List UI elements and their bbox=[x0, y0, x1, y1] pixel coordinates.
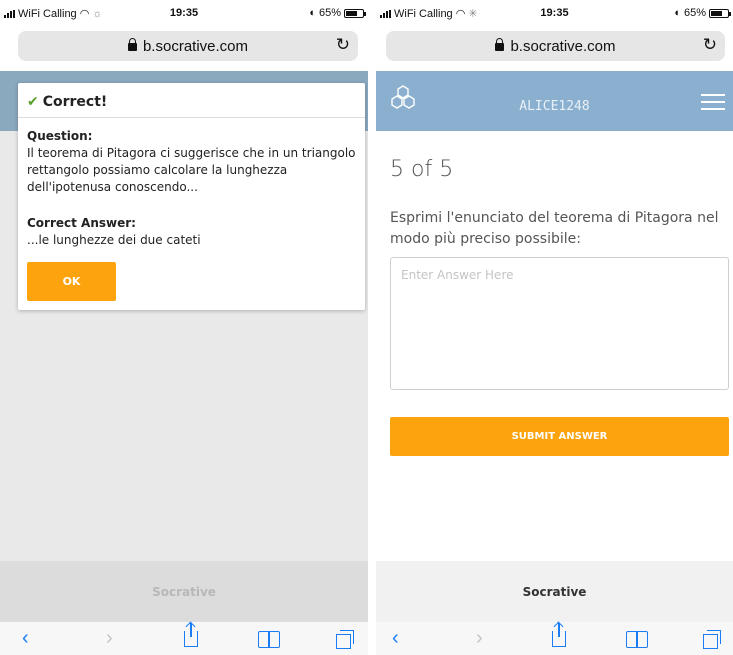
phone-left: WiFi Calling ◠ ☼ 19:35 ◐ 65% b.socrative… bbox=[0, 0, 368, 655]
battery-percent: 65% bbox=[683, 7, 706, 19]
status-bar: WiFi Calling ◠ ☼ 19:35 ◐ 65% bbox=[0, 0, 368, 26]
bookmarks-icon[interactable] bbox=[258, 631, 280, 648]
lock-icon bbox=[495, 38, 505, 51]
footer-brand: Socrative bbox=[152, 584, 216, 599]
screens: WiFi Calling ◠ ☼ 19:35 ◐ 65% b.socrative… bbox=[0, 0, 733, 655]
tabs-icon[interactable] bbox=[336, 630, 354, 649]
page-footer: Socrative bbox=[376, 561, 733, 622]
share-icon[interactable] bbox=[552, 623, 566, 647]
url-text: b.socrative.com bbox=[142, 38, 249, 55]
feedback-modal: ✔ Correct! Question: Il teorema di Pitago… bbox=[18, 83, 365, 310]
battery-percent: 65% bbox=[318, 7, 341, 19]
modal-divider bbox=[18, 117, 365, 118]
status-right: ◐ 65% bbox=[674, 7, 731, 19]
question-label: Question: bbox=[27, 129, 93, 143]
ok-button[interactable]: OK bbox=[27, 262, 116, 301]
check-icon: ✔ bbox=[27, 94, 39, 110]
submit-answer-button[interactable]: SUBMIT ANSWER bbox=[390, 417, 729, 456]
forward-icon[interactable]: › bbox=[476, 628, 483, 648]
tabs-icon[interactable] bbox=[703, 630, 721, 649]
screens-divider bbox=[368, 0, 376, 655]
modal-title: ✔ Correct! bbox=[27, 94, 107, 110]
status-bar: WiFi Calling ◠ ✳ 19:35 ◐ 65% bbox=[376, 0, 733, 26]
battery-icon bbox=[344, 8, 366, 18]
back-icon[interactable]: ‹ bbox=[22, 628, 29, 648]
bookmarks-icon[interactable] bbox=[626, 631, 648, 648]
room-name: ALICE1248 bbox=[519, 99, 590, 114]
share-icon[interactable] bbox=[184, 623, 198, 647]
question-text: Il teorema di Pitagora ci suggerisce che… bbox=[27, 146, 356, 194]
question-text: Esprimi l'enunciato del teorema di Pitag… bbox=[390, 210, 719, 247]
answer-input-container bbox=[390, 257, 729, 390]
correct-answer-label: Correct Answer: bbox=[27, 216, 136, 230]
app-header: ALICE1248 bbox=[376, 71, 733, 131]
lock-icon bbox=[127, 38, 137, 51]
modal-title-text: Correct! bbox=[42, 94, 108, 110]
address-bar[interactable]: b.socrative.com ↻ bbox=[386, 31, 725, 61]
reload-icon[interactable]: ↻ bbox=[336, 35, 350, 55]
battery-icon bbox=[709, 8, 731, 18]
status-right: ◐ 65% bbox=[309, 7, 366, 19]
url-display: b.socrative.com bbox=[386, 38, 725, 55]
safari-toolbar: ‹ › bbox=[0, 622, 368, 655]
correct-answer-text: ...le lunghezze dei due cateti bbox=[27, 233, 201, 247]
address-bar[interactable]: b.socrative.com ↻ bbox=[18, 31, 358, 61]
question-progress: 5 of 5 bbox=[390, 157, 454, 182]
phone-right: WiFi Calling ◠ ✳ 19:35 ◐ 65% b.socrative… bbox=[376, 0, 733, 655]
url-text: b.socrative.com bbox=[510, 38, 616, 55]
back-icon[interactable]: ‹ bbox=[392, 628, 399, 648]
footer-brand: Socrative bbox=[522, 584, 587, 599]
forward-icon[interactable]: › bbox=[106, 628, 113, 648]
safari-toolbar: ‹ › bbox=[376, 622, 733, 655]
hamburger-menu-icon[interactable] bbox=[701, 94, 725, 110]
url-display: b.socrative.com bbox=[18, 38, 358, 55]
reload-icon[interactable]: ↻ bbox=[703, 35, 717, 55]
orientation-lock-icon: ◐ bbox=[674, 7, 681, 19]
orientation-lock-icon: ◐ bbox=[309, 7, 316, 19]
answer-input[interactable] bbox=[391, 258, 728, 389]
page-footer: Socrative bbox=[0, 561, 368, 622]
